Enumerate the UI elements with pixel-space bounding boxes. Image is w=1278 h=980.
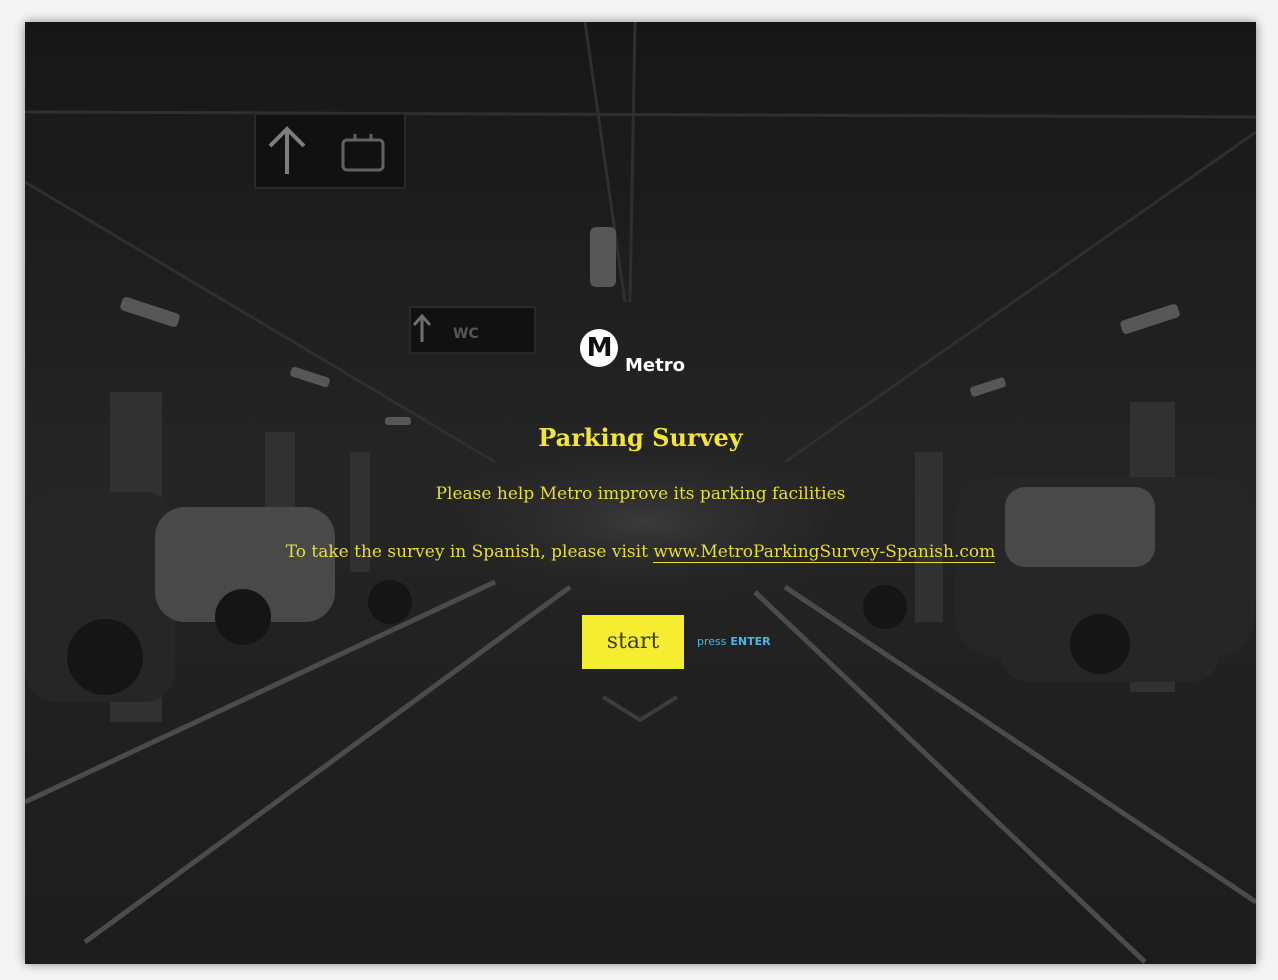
metro-logo: M Metro (580, 329, 690, 379)
spanish-note-text: To take the survey in Spanish, please vi… (285, 542, 654, 562)
metro-logo-mark: M (580, 329, 618, 367)
spanish-survey-link[interactable]: www.MetroParkingSurvey-Spanish.com (653, 542, 996, 563)
page-title: Parking Survey (538, 423, 743, 452)
survey-subtitle: Please help Metro improve its parking fa… (435, 484, 846, 504)
start-button[interactable]: start (582, 615, 684, 669)
press-enter-key: ENTER (730, 635, 771, 648)
press-enter-hint: press ENTER (697, 635, 771, 649)
press-enter-prefix: press (697, 635, 727, 648)
metro-logo-wordmark: Metro (625, 355, 685, 376)
spanish-survey-note: To take the survey in Spanish, please vi… (25, 540, 1256, 564)
survey-intro: M Metro Parking Survey Please help Metro… (25, 22, 1256, 964)
survey-frame: WC M Metro Parking Survey Please help Me… (25, 22, 1256, 964)
